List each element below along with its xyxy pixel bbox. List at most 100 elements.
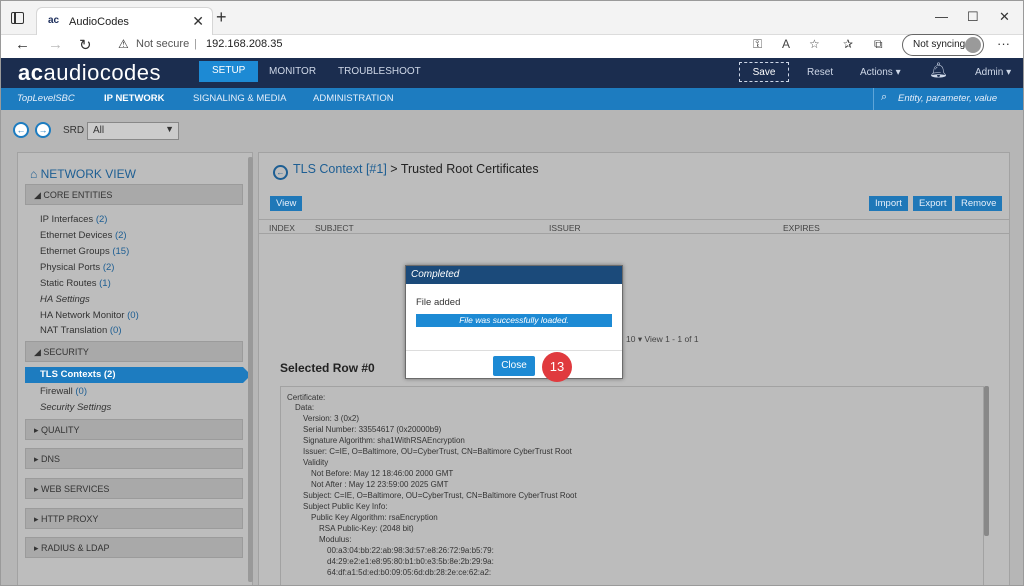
favorites-icon[interactable]: ✰ [843, 37, 853, 51]
remove-button[interactable]: Remove [955, 196, 1003, 211]
save-button[interactable]: Save [739, 62, 789, 82]
back-arrow-icon[interactable]: ← [273, 165, 288, 180]
pagination[interactable]: 10 ▾ View 1 - 1 of 1 [626, 334, 699, 345]
cert-line: 64:df:a1:5d:ed:b0:09:05:6d:db:28:2e:ce:6… [327, 568, 492, 577]
sidebar-scrollbar[interactable] [248, 157, 253, 582]
tab-ip-network[interactable]: IP NETWORK [104, 93, 165, 104]
sidebar-item-count: (2) [103, 369, 116, 380]
sidebar-item-tls-contexts[interactable]: TLS Contexts (2) [25, 367, 251, 383]
sidebar-item-ethernet-groups[interactable]: Ethernet Groups (15) [40, 246, 129, 257]
tls-context-link[interactable]: TLS Context [#1] [293, 162, 387, 176]
section-dns[interactable]: ▸ DNS [25, 448, 243, 469]
more-icon[interactable]: ··· [997, 36, 1010, 51]
browser-window: ac AudioCodes ✕ + — ☐ ✕ ← → ↻ ⚠ Not secu… [0, 0, 1024, 586]
tab-monitor[interactable]: MONITOR [269, 66, 316, 77]
sidebar-item-label: TLS Contexts [40, 369, 102, 380]
sidebar-item-static-routes[interactable]: Static Routes (1) [40, 278, 111, 289]
sidebar-item-count: (1) [99, 278, 111, 289]
favorite-add-icon[interactable]: ☆ [809, 37, 820, 51]
sidebar-item-ha-network-monitor[interactable]: HA Network Monitor (0) [40, 310, 139, 321]
maximize-icon[interactable]: ☐ [967, 9, 979, 25]
cert-line: d4:29:e2:e1:e8:95:80:b1:b0:e3:5b:8e:2b:2… [327, 557, 494, 566]
warning-icon: ⚠ [118, 37, 129, 51]
collections-icon[interactable]: ⧉ [874, 37, 883, 52]
section-label: QUALITY [41, 425, 80, 435]
reset-button[interactable]: Reset [807, 67, 833, 78]
cert-line: Data: [295, 403, 315, 412]
column-issuer[interactable]: ISSUER [549, 223, 581, 233]
close-tab-icon[interactable]: ✕ [192, 13, 204, 30]
sidebar-item-physical-ports[interactable]: Physical Ports (2) [40, 262, 114, 273]
browser-tab[interactable]: ac AudioCodes ✕ [36, 7, 213, 35]
cert-line: Subject: C=IE, O=Baltimore, OU=CyberTrus… [303, 491, 577, 500]
key-icon[interactable]: ⚿ [753, 37, 762, 52]
sync-button[interactable]: Not syncing [902, 34, 984, 56]
step-marker: 13 [542, 352, 572, 382]
audiocodes-favicon-icon: ac [48, 15, 60, 26]
sidebar-item-nat-translation[interactable]: NAT Translation (0) [40, 325, 122, 336]
sidebar-item-ethernet-devices[interactable]: Ethernet Devices (2) [40, 230, 127, 241]
forward-icon[interactable]: → [48, 36, 63, 53]
section-web-services[interactable]: ▸ WEB SERVICES [25, 478, 243, 499]
sbc-label[interactable]: TopLevelSBC [17, 93, 75, 104]
section-radius-ldap[interactable]: ▸ RADIUS & LDAP [25, 537, 243, 558]
back-icon[interactable]: ← [15, 36, 30, 53]
section-label: DNS [41, 454, 61, 464]
section-core-entities[interactable]: ◢ CORE ENTITIES [25, 184, 243, 205]
sidebar-item-label: Ethernet Groups [40, 246, 110, 257]
column-expires[interactable]: EXPIRES [783, 223, 820, 233]
sidebar-item-security-settings[interactable]: Security Settings [40, 402, 111, 413]
sidebar-item-ha-settings[interactable]: HA Settings [40, 294, 90, 305]
import-button[interactable]: Import [869, 196, 908, 211]
admin-menu[interactable]: Admin ▾ [975, 67, 1011, 78]
close-button[interactable]: Close [493, 356, 535, 376]
section-quality[interactable]: ▸ QUALITY [25, 419, 243, 440]
browser-tab-bar: ac AudioCodes ✕ + — ☐ ✕ [1, 1, 1023, 35]
network-view-label: NETWORK VIEW [40, 167, 136, 181]
cert-line: Subject Public Key Info: [303, 502, 388, 511]
tab-troubleshoot[interactable]: TROUBLESHOOT [338, 66, 421, 77]
srd-value: All [93, 125, 105, 136]
cert-line: Public Key Algorithm: rsaEncryption [311, 513, 438, 522]
tab-actions-icon[interactable] [11, 12, 24, 24]
minimize-icon[interactable]: — [935, 9, 948, 24]
section-http-proxy[interactable]: ▸ HTTP PROXY [25, 508, 243, 529]
new-tab-icon[interactable]: + [216, 7, 227, 28]
page-title-text: > Trusted Root Certificates [390, 162, 539, 176]
history-forward-icon[interactable]: → [35, 122, 51, 138]
home-icon: ⌂ [30, 167, 41, 181]
srd-select[interactable]: All ▼ [87, 122, 179, 140]
search-icon: ⌕ [881, 91, 888, 103]
cert-line: Validity [303, 458, 329, 467]
section-label: HTTP PROXY [41, 514, 99, 524]
column-subject[interactable]: SUBJECT [315, 223, 354, 233]
cert-line: RSA Public-Key: (2048 bit) [319, 524, 414, 533]
search-box[interactable]: ⌕ Entity, parameter, value [873, 88, 1023, 110]
certificate-scrollbar[interactable] [984, 386, 989, 536]
sidebar-item-label: Physical Ports [40, 262, 101, 273]
url-field[interactable]: ⚠ Not secure | 192.168.208.35 [108, 35, 888, 55]
notifications-bell-icon[interactable]: 🔔︎ [929, 61, 949, 81]
export-button[interactable]: Export [913, 196, 953, 211]
section-label: WEB SERVICES [41, 484, 110, 494]
close-window-icon[interactable]: ✕ [999, 9, 1010, 25]
column-index[interactable]: INDEX [269, 223, 295, 233]
actions-menu[interactable]: Actions ▾ [860, 67, 901, 78]
section-security[interactable]: ◢ SECURITY [25, 341, 243, 362]
network-view-title[interactable]: ⌂ NETWORK VIEW [30, 167, 136, 181]
view-button[interactable]: View [270, 196, 303, 211]
sidebar-item-firewall[interactable]: Firewall (0) [40, 386, 87, 397]
sidebar-item-label: Firewall [40, 386, 73, 397]
app-header: acaudiocodes SETUP MONITOR TROUBLESHOOT … [1, 58, 1023, 88]
tab-administration[interactable]: ADMINISTRATION [313, 93, 394, 104]
tab-setup[interactable]: SETUP [199, 61, 259, 82]
sidebar-item-count: (2) [102, 262, 115, 273]
history-back-icon[interactable]: ← [13, 122, 29, 138]
sync-label: Not syncing [913, 39, 966, 50]
section-core-entities-label: CORE ENTITIES [43, 190, 113, 200]
read-aloud-icon[interactable]: A [782, 37, 790, 51]
chevron-down-icon: ▼ [165, 124, 174, 134]
tab-signaling-media[interactable]: SIGNALING & MEDIA [193, 93, 286, 104]
sidebar-item-ip-interfaces[interactable]: IP Interfaces (2) [40, 214, 107, 225]
refresh-icon[interactable]: ↻ [79, 36, 92, 54]
